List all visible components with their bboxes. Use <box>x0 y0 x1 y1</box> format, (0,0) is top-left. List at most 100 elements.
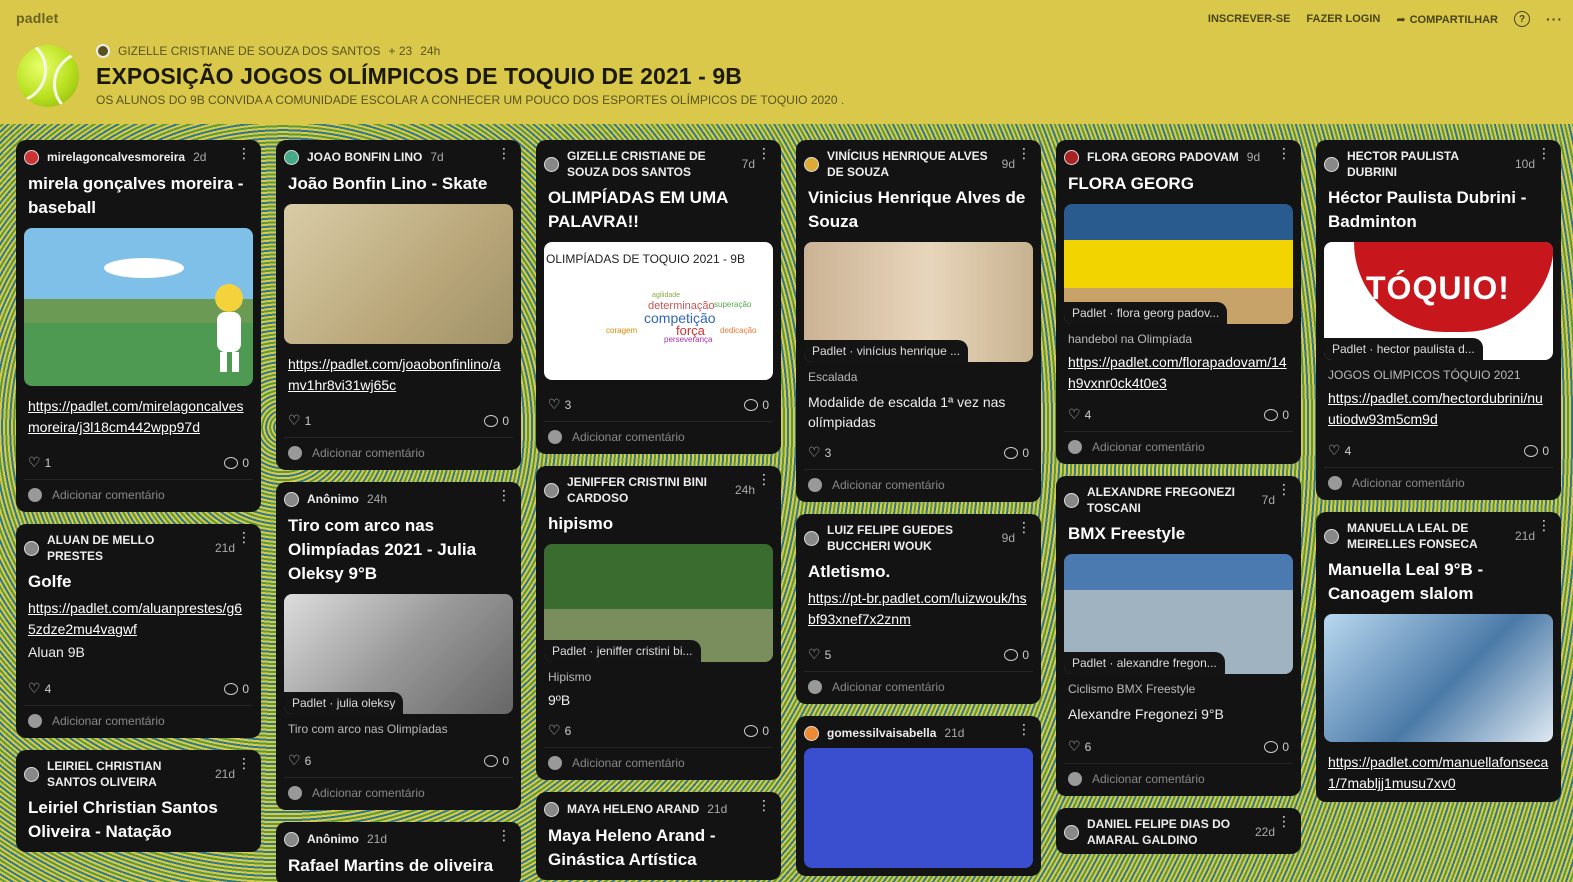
post-card[interactable]: JOAO BONFIN LINO 7d ⋮ João Bonfin Lino - … <box>276 140 521 470</box>
comment-button[interactable]: 0 <box>744 398 769 412</box>
post-card[interactable]: VINÍCIUS HENRIQUE ALVES DE SOUZA 9d ⋮ Vin… <box>796 140 1041 502</box>
post-link[interactable]: https://padlet.com/mirelagoncalvesmoreir… <box>24 388 253 440</box>
post-link[interactable]: https://padlet.com/manuellafonseca1/7mab… <box>1324 744 1553 796</box>
add-comment[interactable]: Adicionar comentário <box>1064 763 1293 790</box>
comment-count: 0 <box>502 413 509 428</box>
more-vert-icon[interactable]: ⋮ <box>1537 146 1551 160</box>
comment-button[interactable]: 0 <box>1004 446 1029 460</box>
comment-button[interactable]: 0 <box>744 724 769 738</box>
like-button[interactable]: ♡ 1 <box>28 454 51 471</box>
post-image[interactable]: Padlet · julia oleksy <box>284 594 513 714</box>
post-link[interactable]: https://padlet.com/joaobonfinlino/amv1hr… <box>284 346 513 398</box>
comment-button[interactable]: 0 <box>1264 740 1289 754</box>
post-image[interactable]: OLIMPÍADAS DE TOQUIO 2021 - 9B agilidade… <box>544 242 773 380</box>
more-vert-icon[interactable]: ⋮ <box>1277 814 1291 828</box>
like-button[interactable]: ♡ 3 <box>548 396 571 413</box>
post-link[interactable]: https://pt-br.padlet.com/luizwouk/hsbf93… <box>804 586 1033 632</box>
help-icon[interactable]: ? <box>1514 11 1530 27</box>
more-vert-icon[interactable]: ⋮ <box>237 530 251 544</box>
add-comment[interactable]: Adicionar comentário <box>24 705 253 732</box>
more-vert-icon[interactable]: ⋮ <box>237 756 251 770</box>
add-comment[interactable]: Adicionar comentário <box>544 747 773 774</box>
like-button[interactable]: ♡ 4 <box>28 680 51 697</box>
like-button[interactable]: ♡ 3 <box>808 444 831 461</box>
add-comment[interactable]: Adicionar comentário <box>804 671 1033 698</box>
post-card[interactable]: ALUAN DE MELLO PRESTES 21d ⋮ Golfe https:… <box>16 524 261 738</box>
like-button[interactable]: ♡ 6 <box>1068 738 1091 755</box>
more-vert-icon[interactable]: ⋮ <box>497 488 511 502</box>
post-image[interactable] <box>24 228 253 386</box>
more-vert-icon[interactable]: ⋮ <box>757 146 771 160</box>
add-comment[interactable]: Adicionar comentário <box>284 777 513 804</box>
post-card[interactable]: ALEXANDRE FREGONEZI TOSCANI 7d ⋮ BMX Free… <box>1056 476 1301 796</box>
post-card[interactable]: MANUELLA LEAL DE MEIRELLES FONSECA 21d ⋮ … <box>1316 512 1561 802</box>
signup-button[interactable]: INSCREVER-SE <box>1208 13 1291 25</box>
post-card[interactable]: Anônimo 21d ⋮ Rafael Martins de oliveira <box>276 822 521 882</box>
post-card[interactable]: MAYA HELENO ARAND 21d ⋮ Maya Heleno Arand… <box>536 792 781 880</box>
like-button[interactable]: ♡ 4 <box>1328 442 1351 459</box>
post-image[interactable]: Padlet · alexandre fregon... <box>1064 554 1293 674</box>
post-time: 9d <box>1001 157 1015 171</box>
post-card[interactable]: LEIRIEL CHRISTIAN SANTOS OLIVEIRA 21d ⋮ L… <box>16 750 261 852</box>
add-comment[interactable]: Adicionar comentário <box>284 437 513 464</box>
post-time: 9d <box>1001 531 1015 545</box>
more-vert-icon[interactable]: ⋮ <box>1017 520 1031 534</box>
padlet-logo[interactable]: padlet <box>16 10 58 26</box>
post-card[interactable]: mirelagoncalvesmoreira 2d ⋮ mirela gonçal… <box>16 140 261 512</box>
post-link[interactable]: https://padlet.com/florapadovam/14h9vxnr… <box>1064 348 1293 396</box>
comment-button[interactable]: 0 <box>484 414 509 428</box>
more-icon[interactable]: ··· <box>1546 11 1563 27</box>
post-image[interactable]: Padlet · vinícius henrique ... <box>804 242 1033 362</box>
comment-button[interactable]: 0 <box>1004 648 1029 662</box>
add-comment[interactable]: Adicionar comentário <box>544 421 773 448</box>
post-image[interactable]: Padlet · jeniffer cristini bi... <box>544 544 773 662</box>
post-card[interactable]: JENIFFER CRISTINI BINI CARDOSO 24h ⋮ hipi… <box>536 466 781 780</box>
more-vert-icon[interactable]: ⋮ <box>1017 146 1031 160</box>
post-title: Tiro com arco nas Olimpíadas 2021 - Juli… <box>288 516 477 583</box>
login-button[interactable]: FAZER LOGIN <box>1306 13 1380 25</box>
post-image[interactable] <box>804 748 1033 868</box>
comment-button[interactable]: 0 <box>224 456 249 470</box>
comment-button[interactable]: 0 <box>1264 408 1289 422</box>
add-comment[interactable]: Adicionar comentário <box>24 479 253 506</box>
comment-button[interactable]: 0 <box>1524 444 1549 458</box>
more-vert-icon[interactable]: ⋮ <box>497 146 511 160</box>
post-card[interactable]: Anônimo 24h ⋮ Tiro com arco nas Olimpíada… <box>276 482 521 810</box>
post-card[interactable]: GIZELLE CRISTIANE DE SOUZA DOS SANTOS 7d … <box>536 140 781 454</box>
like-button[interactable]: ♡ 1 <box>288 412 311 429</box>
add-comment[interactable]: Adicionar comentário <box>804 469 1033 496</box>
post-card[interactable]: LUIZ FELIPE GUEDES BUCCHERI WOUK 9d ⋮ Atl… <box>796 514 1041 704</box>
like-button[interactable]: ♡ 5 <box>808 646 831 663</box>
post-image[interactable]: TÓQUIO! Padlet · hector paulista d... <box>1324 242 1553 360</box>
post-time: 21d <box>214 541 235 555</box>
post-image[interactable] <box>284 204 513 344</box>
post-link[interactable]: https://padlet.com/aluanprestes/g65zdze2… <box>24 596 253 642</box>
comment-button[interactable]: 0 <box>484 754 509 768</box>
more-vert-icon[interactable]: ⋮ <box>1277 482 1291 496</box>
more-vert-icon[interactable]: ⋮ <box>1017 722 1031 736</box>
more-vert-icon[interactable]: ⋮ <box>237 146 251 160</box>
avatar[interactable] <box>96 44 110 58</box>
like-button[interactable]: ♡ 4 <box>1068 406 1091 423</box>
board-author[interactable]: GIZELLE CRISTIANE DE SOUZA DOS SANTOS <box>118 44 381 58</box>
post-image[interactable] <box>1324 614 1553 742</box>
post-card[interactable]: FLORA GEORG PADOVAM 9d ⋮ FLORA GEORG Padl… <box>1056 140 1301 464</box>
comment-button[interactable]: 0 <box>224 682 249 696</box>
add-comment[interactable]: Adicionar comentário <box>1324 467 1553 494</box>
more-vert-icon[interactable]: ⋮ <box>1277 146 1291 160</box>
like-button[interactable]: ♡ 6 <box>548 722 571 739</box>
avatar <box>544 482 559 498</box>
more-vert-icon[interactable]: ⋮ <box>757 798 771 812</box>
post-card[interactable]: DANIEL FELIPE DIAS DO AMARAL GALDINO 22d … <box>1056 808 1301 854</box>
add-comment[interactable]: Adicionar comentário <box>1064 431 1293 458</box>
like-button[interactable]: ♡ 6 <box>288 752 311 769</box>
more-vert-icon[interactable]: ⋮ <box>497 828 511 842</box>
post-link[interactable]: https://padlet.com/hectordubrini/nuutiod… <box>1324 384 1553 432</box>
share-button[interactable]: ➦ COMPARTILHAR <box>1396 13 1498 26</box>
post-card[interactable]: gomessilvaisabella 21d ⋮ <box>796 716 1041 876</box>
image-caption: Padlet · vinícius henrique ... <box>804 340 969 362</box>
more-vert-icon[interactable]: ⋮ <box>1537 518 1551 532</box>
more-vert-icon[interactable]: ⋮ <box>757 472 771 486</box>
post-card[interactable]: HECTOR PAULISTA DUBRINI 10d ⋮ Héctor Paul… <box>1316 140 1561 500</box>
post-image[interactable]: Padlet · flora georg padov... <box>1064 204 1293 324</box>
